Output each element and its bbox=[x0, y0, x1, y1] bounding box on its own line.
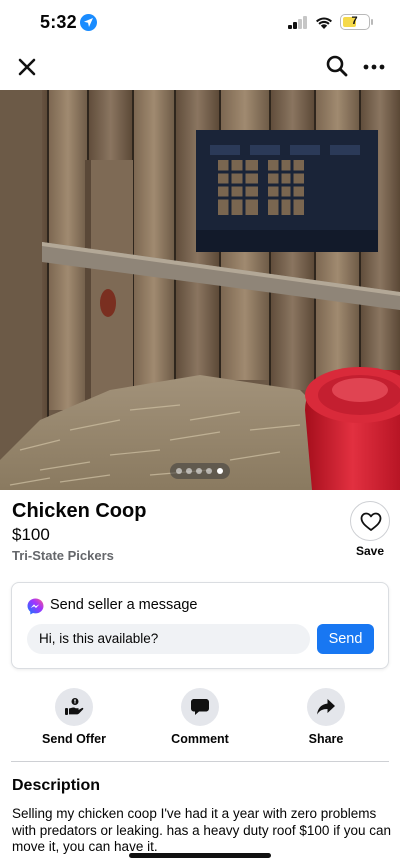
send-offer-button[interactable]: Send Offer bbox=[19, 686, 129, 752]
send-button[interactable]: Send bbox=[317, 624, 374, 654]
location-arrow-icon bbox=[80, 14, 97, 31]
section-divider bbox=[11, 761, 389, 762]
seller-name[interactable]: Tri-State Pickers bbox=[12, 548, 114, 563]
carousel-indicator[interactable] bbox=[170, 463, 230, 479]
message-seller-card: Send seller a message Hi, is this availa… bbox=[11, 582, 389, 669]
action-row: Send Offer Comment Share bbox=[0, 686, 400, 752]
search-icon[interactable] bbox=[324, 53, 350, 79]
comment-label: Comment bbox=[171, 732, 229, 746]
comment-button[interactable]: Comment bbox=[145, 686, 255, 752]
action-circle bbox=[181, 688, 219, 726]
listing-price: $100 bbox=[12, 525, 50, 544]
nav-bar bbox=[0, 46, 400, 90]
description-text: Selling my chicken coop I've had it a ye… bbox=[12, 806, 391, 854]
send-offer-label: Send Offer bbox=[42, 732, 106, 746]
carousel-dot bbox=[196, 468, 202, 474]
battery-level: 7 bbox=[351, 15, 358, 27]
battery-nub bbox=[371, 19, 373, 25]
message-heading: Send seller a message bbox=[50, 597, 198, 613]
save-circle bbox=[350, 501, 390, 541]
carousel-dot-active bbox=[217, 468, 223, 474]
close-icon[interactable] bbox=[14, 54, 40, 80]
message-input[interactable]: Hi, is this available? bbox=[27, 624, 310, 654]
action-circle bbox=[55, 688, 93, 726]
share-button[interactable]: Share bbox=[271, 686, 381, 752]
coop-photo-illustration bbox=[0, 90, 400, 490]
carousel-dot bbox=[176, 468, 182, 474]
battery-icon: 7 bbox=[340, 14, 370, 30]
heart-icon bbox=[360, 512, 382, 531]
carousel-dot bbox=[206, 468, 212, 474]
status-bar: 5:32 7 bbox=[0, 0, 400, 46]
speech-bubble-icon bbox=[191, 699, 209, 715]
more-icon[interactable] bbox=[361, 54, 387, 80]
save-label: Save bbox=[355, 544, 385, 558]
save-button[interactable]: Save bbox=[346, 500, 394, 564]
description-heading: Description bbox=[12, 777, 101, 794]
share-arrow-icon bbox=[317, 699, 335, 715]
action-circle bbox=[307, 688, 345, 726]
carousel-dot bbox=[186, 468, 192, 474]
wifi-icon bbox=[316, 17, 332, 29]
hand-offer-icon bbox=[65, 698, 84, 715]
listing-photo[interactable] bbox=[0, 90, 400, 490]
signal-icon bbox=[288, 16, 308, 29]
messenger-icon bbox=[27, 598, 44, 615]
listing-title: Chicken Coop bbox=[12, 500, 147, 522]
home-indicator[interactable] bbox=[129, 853, 271, 858]
status-time: 5:32 bbox=[40, 12, 77, 32]
share-label: Share bbox=[308, 732, 344, 746]
